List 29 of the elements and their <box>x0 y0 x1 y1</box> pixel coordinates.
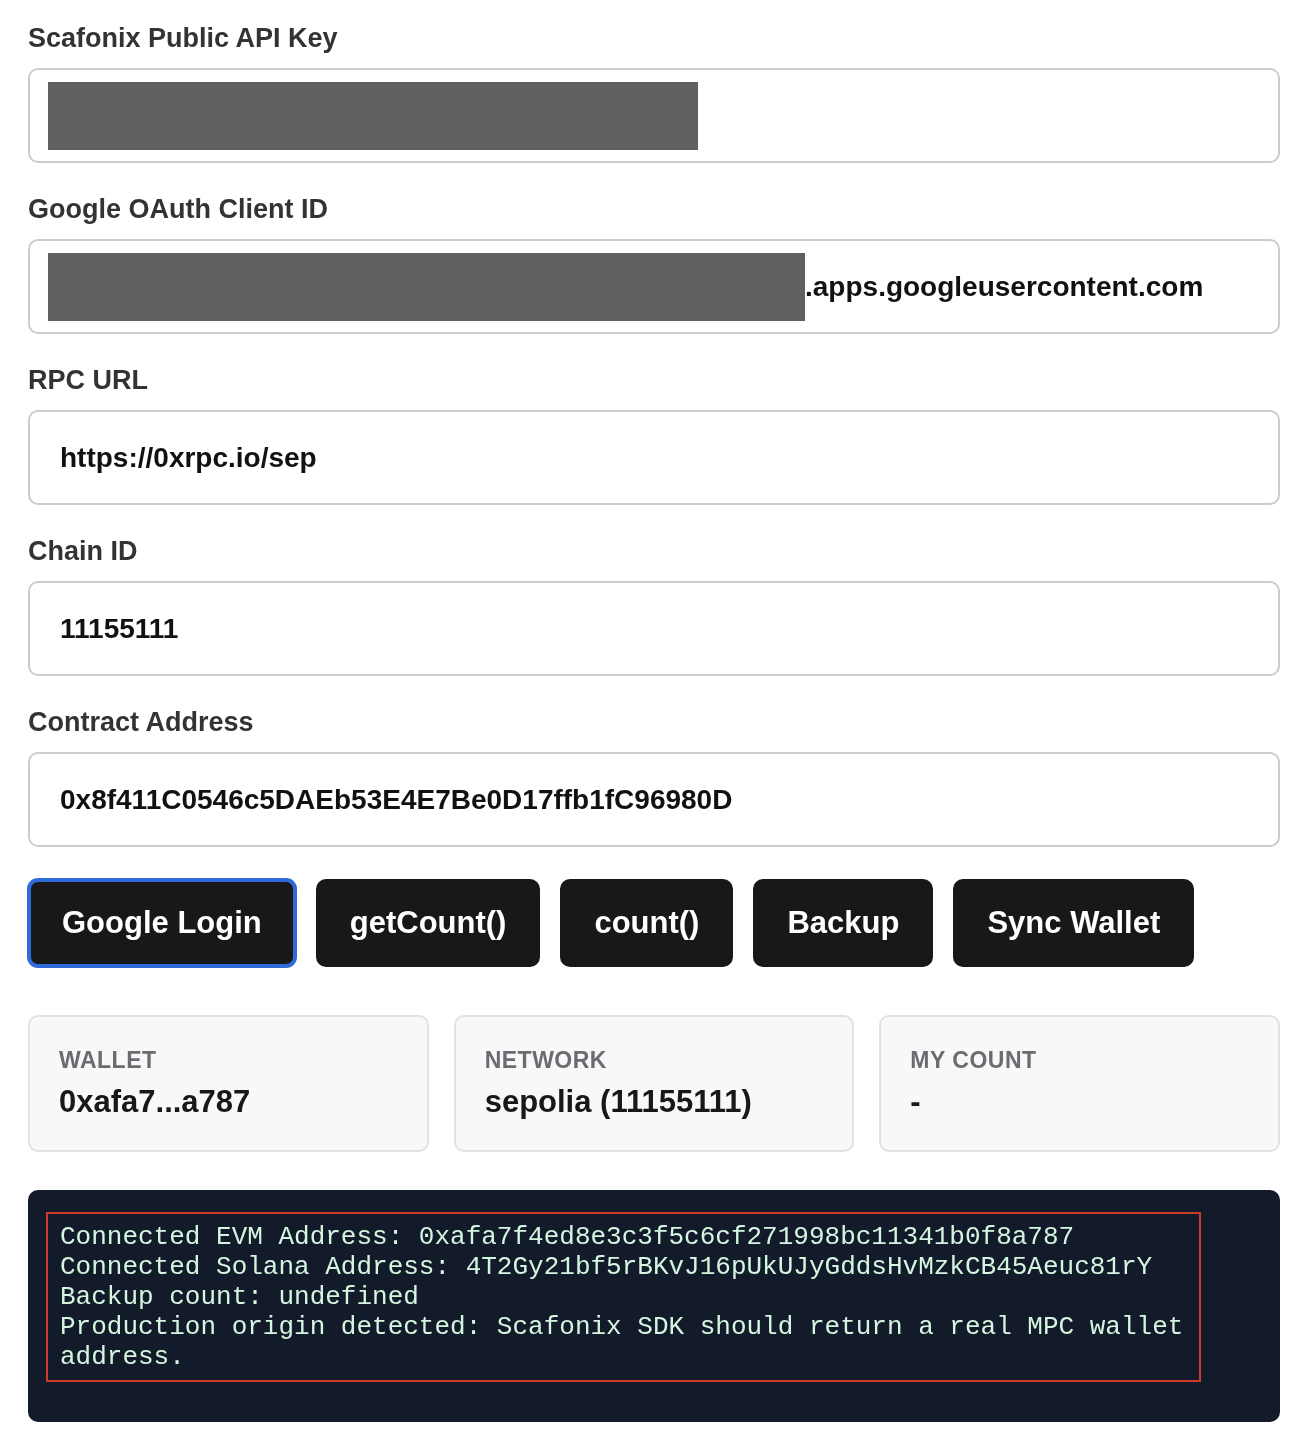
action-button[interactable]: count() <box>560 879 734 967</box>
log-line: Connected EVM Address: 0xafa7f4ed8e3c3f5c6cf271998bc11341b0f8a787 <box>60 1222 1076 1252</box>
stat-label: MY COUNT <box>910 1047 1038 1074</box>
action-button[interactable]: getCount() <box>315 879 541 967</box>
field-label: RPC URL <box>28 364 149 396</box>
field-label: Google OAuth Client ID <box>28 193 329 225</box>
input-field[interactable]: 0x8f411C0546c5DAEb53E4E7Be0D17ffb1fC96980D <box>28 752 1280 847</box>
field-label: Contract Address <box>28 706 255 738</box>
field-value: 11155111 <box>59 612 179 645</box>
log-line: Backup count: undefined <box>60 1282 420 1312</box>
log-line: Connected Solana Address: 4T2Gy21bf5rBKvJ16pUkUJyGddsHvMzkCB45Aeuc81rY <box>60 1252 1154 1282</box>
action-button[interactable]: Backup <box>753 879 934 967</box>
input-field[interactable]: https://0xrpc.io/sep <box>28 410 1280 505</box>
log-line: Production origin detected: Scafonix SDK should return a real MPC wallet address. <box>60 1312 1185 1372</box>
stat-value: 0xafa7...a787 <box>59 1084 252 1120</box>
stat-value: - <box>910 1084 922 1120</box>
field-label: Scafonix Public API Key <box>28 22 339 54</box>
input-field[interactable] <box>28 68 1280 163</box>
action-button[interactable]: Sync Wallet <box>953 879 1195 967</box>
field-value: .apps.googleusercontent.com <box>805 270 1204 303</box>
field-value: https://0xrpc.io/sep <box>59 441 317 474</box>
stat-label: WALLET <box>59 1047 158 1074</box>
stat-value: sepolia (11155111) <box>484 1084 753 1120</box>
field-value: 0x8f411C0546c5DAEb53E4E7Be0D17ffb1fC96980D <box>59 783 733 816</box>
stat-label: NETWORK <box>484 1047 608 1074</box>
input-field[interactable]: 11155111 <box>28 581 1280 676</box>
field-label: Chain ID <box>28 535 139 567</box>
action-button[interactable]: Google Login <box>28 879 296 967</box>
input-field[interactable]: .apps.googleusercontent.com <box>28 239 1280 334</box>
